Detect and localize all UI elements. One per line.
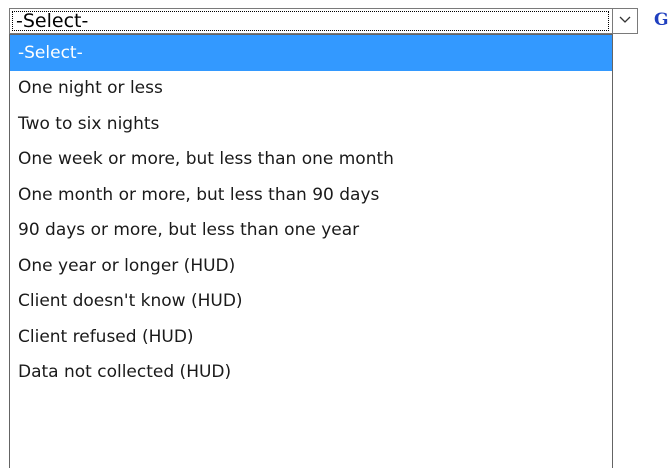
option-one-year-or-longer[interactable]: One year or longer (HUD) (10, 249, 612, 285)
focus-ring (12, 11, 609, 31)
go-link[interactable]: G (654, 10, 669, 30)
length-of-stay-picker: -Select- G -Select- One night or less Tw… (0, 0, 670, 468)
option-one-week-to-one-month[interactable]: One week or more, but less than one mont… (10, 142, 612, 178)
option-one-month-to-90-days[interactable]: One month or more, but less than 90 days (10, 178, 612, 214)
option-90-days-to-one-year[interactable]: 90 days or more, but less than one year (10, 213, 612, 249)
option-two-to-six-nights[interactable]: Two to six nights (10, 107, 612, 143)
option-partial[interactable] (10, 391, 612, 427)
option-select[interactable]: -Select- (10, 35, 612, 71)
option-data-not-collected[interactable]: Data not collected (HUD) (10, 355, 612, 391)
dropdown-list: -Select- One night or less Two to six ni… (9, 34, 613, 468)
chevron-down-icon (619, 16, 631, 23)
length-of-stay-select[interactable]: -Select- (9, 8, 638, 34)
option-client-refused[interactable]: Client refused (HUD) (10, 320, 612, 356)
option-client-doesnt-know[interactable]: Client doesn't know (HUD) (10, 284, 612, 320)
dropdown-arrow-button[interactable] (612, 9, 637, 33)
select-current-value: -Select- (16, 10, 89, 32)
option-one-night-or-less[interactable]: One night or less (10, 71, 612, 107)
